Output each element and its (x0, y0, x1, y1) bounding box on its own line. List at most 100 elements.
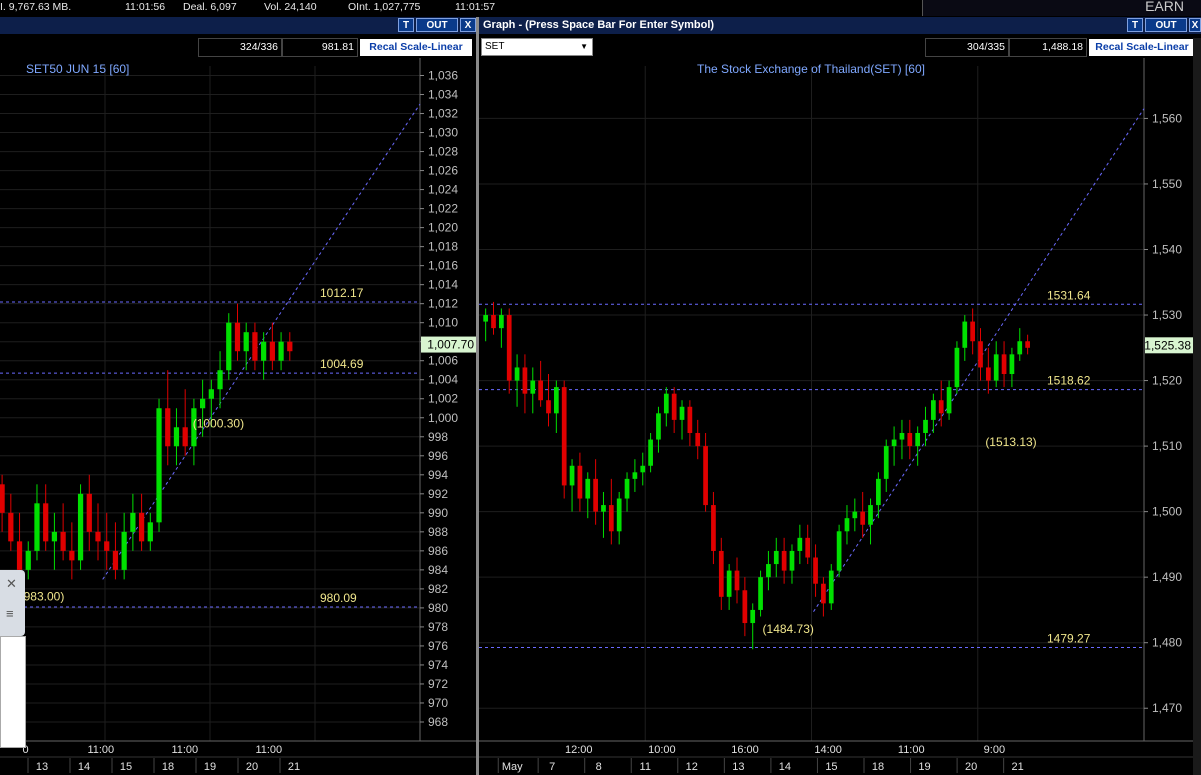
y-tick-label: 982 (428, 582, 448, 596)
candle-body (16, 541, 23, 570)
y-tick-label: 1,004 (428, 373, 458, 387)
x-time-label: 14:00 (814, 744, 842, 756)
candle-body (499, 315, 504, 329)
candle-body (252, 332, 258, 361)
right-graph-titlebar: Graph - (Press Space Bar For Enter Symbo… (479, 17, 1201, 34)
candle-body (742, 590, 748, 624)
x-date-label: 15 (120, 761, 132, 773)
x-date-label: 12 (686, 761, 698, 773)
candle-body (522, 367, 528, 394)
candle-body (663, 393, 669, 414)
candle-body (60, 531, 66, 551)
candle-body (632, 472, 638, 479)
y-tick-label: 1,006 (428, 354, 458, 368)
candle-body (883, 446, 889, 479)
candle-body (593, 478, 598, 512)
chart-background (479, 58, 1193, 775)
x-date-label: 7 (549, 761, 555, 773)
candle-body (77, 493, 84, 561)
candle-body (899, 432, 905, 440)
market-time: 11:01:56 (125, 1, 166, 13)
candle-body (624, 478, 630, 499)
candle-body (1001, 354, 1007, 375)
candle-body (200, 398, 206, 409)
y-tick-label: 1,030 (428, 126, 458, 140)
menu-icon[interactable]: ≡ (6, 606, 14, 621)
candle-body (34, 503, 40, 551)
candle-body (1009, 354, 1015, 375)
candle-body (585, 478, 591, 499)
candle-body (130, 512, 136, 532)
y-tick-label: 990 (428, 506, 448, 520)
candle-body (907, 432, 913, 447)
left-info-value: 981.81 (282, 38, 358, 57)
candle-body (860, 511, 866, 525)
y-tick-label: 1,012 (428, 297, 458, 311)
y-tick-label: 996 (428, 449, 448, 463)
y-tick-label: 992 (428, 487, 448, 501)
candle-body (726, 570, 732, 597)
right-t-button[interactable]: T (1127, 18, 1143, 32)
x-time-label: 11:00 (87, 744, 114, 756)
y-tick-label: 1,510 (1152, 439, 1182, 453)
x-date-label: 18 (162, 761, 174, 773)
y-tick-label: 1,002 (428, 392, 458, 406)
set-index-chart[interactable]: The Stock Exchange of Thailand(SET) [60]… (479, 58, 1193, 775)
candle-body (608, 505, 614, 532)
candle-body (797, 537, 803, 551)
candle-body (781, 550, 787, 571)
candle-body (750, 609, 756, 624)
candle-body (978, 341, 983, 368)
candle-body (789, 550, 795, 571)
point-label: (983.00) (20, 589, 65, 603)
x-date-label: 20 (246, 761, 258, 773)
symbol-select[interactable]: SET ▼ (481, 38, 593, 56)
x-date-label: May (502, 761, 523, 773)
y-tick-label: 970 (428, 696, 448, 710)
candle-body (147, 522, 153, 542)
right-close-button[interactable]: X (1189, 18, 1201, 32)
set50-chart[interactable]: SET50 JUN 15 [60] 968 970 972 974 976 978 980 98… (0, 58, 476, 775)
candle-body (695, 432, 701, 447)
candle-body (773, 550, 779, 565)
market-value: I. 9,767.63 MB. (0, 1, 72, 13)
chevron-down-icon: ▼ (580, 42, 588, 51)
y-tick-label: 1,018 (428, 240, 458, 254)
candle-body (538, 380, 543, 401)
side-dock-widget[interactable]: ✕ ≡ (0, 570, 25, 636)
candle-body (546, 400, 551, 414)
y-tick-label: 1,020 (428, 221, 458, 235)
deal-count: Deal. 6,097 (183, 1, 237, 13)
candle-body (970, 321, 975, 342)
right-out-button[interactable]: OUT (1145, 18, 1187, 32)
left-recal-scale-button[interactable]: Recal Scale-Linear (360, 39, 472, 56)
candle-body (569, 465, 575, 486)
chart-title: The Stock Exchange of Thailand(SET) [60] (697, 62, 925, 76)
y-tick-label: 974 (428, 658, 448, 672)
left-t-button[interactable]: T (398, 18, 414, 32)
candle-body (243, 332, 249, 352)
y-tick-label: 1,560 (1152, 111, 1182, 125)
close-icon[interactable]: ✕ (6, 576, 17, 592)
left-close-button[interactable]: X (460, 18, 476, 32)
earn-panel[interactable]: EARN (922, 0, 1201, 16)
y-tick-label: 1,490 (1152, 570, 1182, 584)
x-date-label: 15 (825, 761, 837, 773)
candle-body (156, 408, 162, 523)
y-tick-label: 1,016 (428, 259, 458, 273)
candle-body (946, 387, 952, 414)
y-tick-label: 1,028 (428, 145, 458, 159)
right-recal-scale-button[interactable]: Recal Scale-Linear (1089, 39, 1195, 56)
candle-body (1025, 341, 1030, 348)
candle-body (648, 439, 653, 466)
candle-body (261, 341, 267, 361)
candle-body (234, 322, 241, 352)
y-tick-label: 986 (428, 544, 448, 558)
left-out-button[interactable]: OUT (416, 18, 458, 32)
candle-body (43, 503, 49, 542)
candle-body (601, 505, 606, 512)
x-date-label: 8 (596, 761, 602, 773)
candle-body (51, 531, 58, 542)
x-date-label: 21 (1012, 761, 1024, 773)
candle-body (0, 484, 5, 513)
